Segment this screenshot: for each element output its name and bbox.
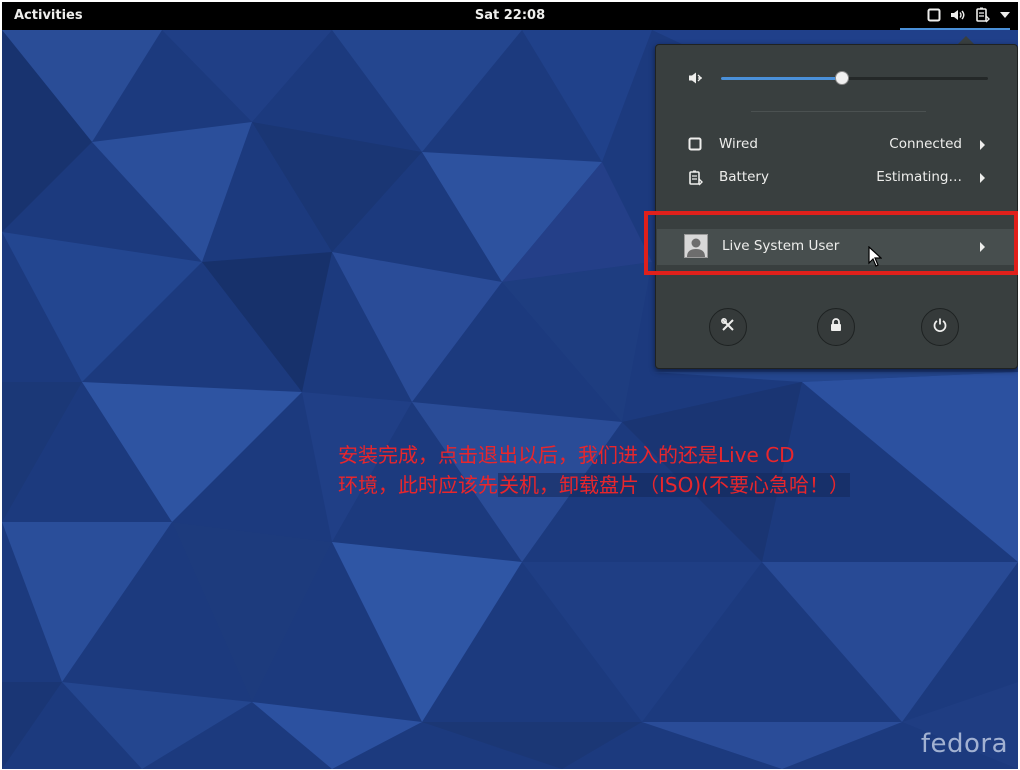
speaker-icon — [950, 8, 966, 22]
highlight-annotation-box — [644, 211, 1018, 275]
annotation-text: 安装完成，点击退出以后，我们进入的还是Live CD 环境，此时应该先关机，卸载… — [338, 440, 850, 500]
system-tray[interactable] — [900, 2, 1010, 30]
system-menu: Wired Connected Battery Estimating… Live… — [655, 44, 1018, 369]
wired-row[interactable]: Wired Connected — [656, 131, 1017, 159]
network-wired-icon — [927, 8, 941, 22]
network-wired-icon — [688, 137, 702, 155]
mouse-pointer-icon — [868, 245, 883, 272]
battery-icon — [975, 7, 991, 23]
power-icon — [932, 317, 948, 337]
annotation-line-1: 安装完成，点击退出以后，我们进入的还是Live CD — [338, 443, 795, 467]
chevron-right-icon — [980, 140, 985, 150]
speaker-muted-icon[interactable] — [688, 70, 704, 90]
settings-button[interactable] — [709, 308, 747, 346]
menu-separator — [751, 111, 926, 112]
volume-slider-fill — [721, 77, 842, 80]
menu-arrow-down-icon — [1000, 12, 1010, 18]
power-button[interactable] — [921, 308, 959, 346]
top-bar: Activities Sat 22:08 — [2, 2, 1018, 30]
settings-icon — [720, 317, 736, 337]
annotation-line-2: 环境，此时应该先关机，卸载盘片（ISO)(不要心急哈！） — [338, 470, 850, 500]
battery-row[interactable]: Battery Estimating… — [656, 164, 1017, 192]
battery-status: Estimating… — [876, 169, 962, 185]
chevron-right-icon — [980, 173, 985, 183]
volume-slider-handle[interactable] — [835, 71, 850, 85]
wired-status: Connected — [889, 136, 962, 152]
desktop-screen: Activities Sat 22:08 Wired Connected Bat… — [2, 2, 1018, 769]
battery-label: Battery — [719, 169, 769, 185]
lock-icon — [829, 317, 843, 337]
annotation-line-2-prefix: 环境，此时应该先 — [338, 473, 498, 497]
annotation-line-2-highlight: 关机，卸载盘片（ISO)(不要心急哈！） — [498, 473, 850, 497]
lock-button[interactable] — [817, 308, 855, 346]
volume-slider[interactable] — [721, 71, 988, 85]
battery-icon — [688, 170, 704, 190]
clock[interactable]: Sat 22:08 — [2, 8, 1018, 23]
wired-label: Wired — [719, 136, 758, 152]
fedora-logo: fedora — [920, 729, 1008, 759]
